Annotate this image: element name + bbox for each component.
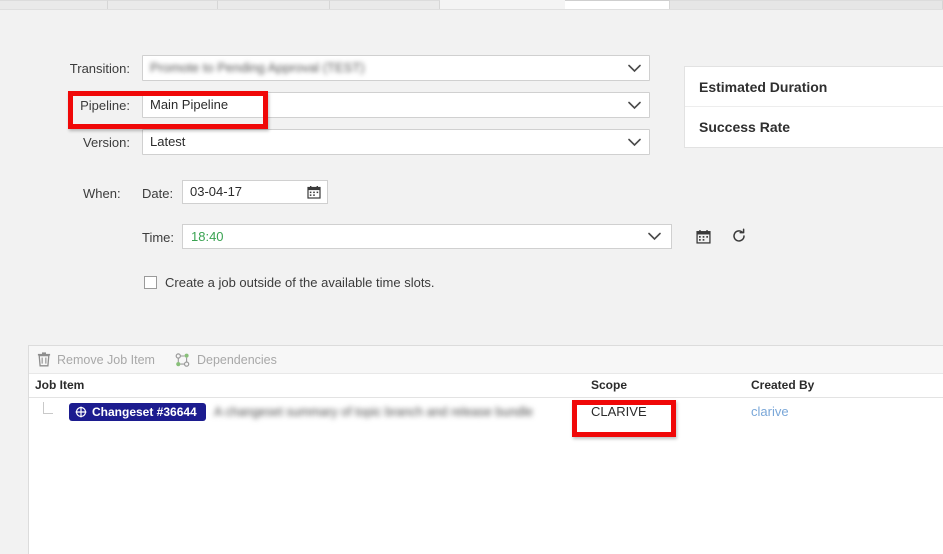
job-item-description: A changeset summary of topic branch and … (214, 405, 533, 419)
trash-icon (37, 352, 51, 367)
success-rate-label: Success Rate (699, 119, 791, 135)
version-select[interactable]: Latest (142, 129, 650, 155)
grid-toolbar: Remove Job Item Dependencies (29, 346, 943, 374)
estimated-duration-row: Estimated Duration (685, 67, 943, 107)
refresh-button[interactable] (728, 225, 750, 247)
grid-header: Job Item Scope Created By (29, 374, 943, 398)
job-items-grid: Remove Job Item Dependencies Job Item Sc… (28, 345, 943, 554)
transition-row: Transition: Promote to Pending Approval … (0, 55, 672, 88)
pipeline-value: Main Pipeline (150, 97, 229, 112)
when-label: When: (83, 186, 121, 201)
estimated-duration-label: Estimated Duration (699, 78, 828, 95)
tab-item[interactable] (670, 0, 943, 9)
table-row[interactable]: Changeset #36644 A changeset summary of … (29, 398, 943, 428)
outside-slots-checkbox[interactable] (144, 276, 157, 289)
changeset-badge[interactable]: Changeset #36644 (69, 403, 206, 421)
time-select[interactable]: 18:40 (182, 224, 672, 249)
changeset-icon (75, 406, 87, 418)
when-time-row: Time: 18:40 (0, 224, 745, 260)
chevron-down-icon[interactable] (625, 130, 643, 154)
job-form: Transition: Promote to Pending Approval … (0, 55, 745, 300)
job-stats-panel: Estimated Duration Success Rate (684, 66, 943, 148)
calendar-icon[interactable] (307, 185, 321, 199)
cell-created-by[interactable]: clarive (751, 404, 789, 419)
tab-item[interactable] (330, 0, 440, 9)
version-row: Version: Latest (0, 129, 672, 162)
time-calendar-button[interactable] (692, 225, 714, 247)
time-label: Time: (142, 230, 175, 245)
pipeline-select[interactable]: Main Pipeline (142, 92, 650, 118)
job-scheduling-screen: Transition: Promote to Pending Approval … (0, 0, 943, 554)
cell-scope: CLARIVE (591, 404, 647, 419)
column-header-scope[interactable]: Scope (591, 374, 627, 396)
success-rate-row: Success Rate (685, 107, 943, 147)
version-field[interactable]: Latest (142, 129, 650, 155)
tab-item[interactable] (108, 0, 218, 9)
outside-slots-row: Create a job outside of the available ti… (0, 274, 672, 300)
dependencies-icon (175, 352, 191, 367)
date-label: Date: (142, 186, 174, 201)
pipeline-field[interactable]: Main Pipeline (142, 92, 650, 118)
changeset-badge-label: Changeset #36644 (92, 405, 197, 419)
pipeline-label: Pipeline: (80, 98, 130, 113)
tab-item-active[interactable] (565, 0, 670, 9)
remove-job-item-label: Remove Job Item (57, 352, 155, 367)
dependencies-label: Dependencies (196, 352, 277, 367)
chevron-down-icon[interactable] (645, 225, 663, 248)
chevron-down-icon[interactable] (625, 93, 643, 117)
pipeline-row: Pipeline: Main Pipeline (0, 92, 672, 125)
column-header-created-by[interactable]: Created By (751, 374, 814, 396)
transition-label: Transition: (69, 61, 130, 76)
chevron-down-icon[interactable] (625, 56, 643, 80)
tab-item[interactable] (0, 0, 108, 9)
tab-strip (0, 0, 943, 10)
time-value: 18:40 (191, 229, 224, 244)
tab-item[interactable] (218, 0, 330, 9)
transition-value: Promote to Pending Approval (TEST) (150, 60, 365, 75)
date-value: 03-04-17 (190, 184, 243, 199)
remove-job-item-button[interactable]: Remove Job Item (37, 352, 155, 367)
version-value: Latest (150, 134, 186, 149)
when-date-row: When: Date: 03-04-17 (0, 180, 672, 216)
version-label: Version: (83, 135, 130, 150)
tree-elbow (43, 402, 53, 414)
transition-select[interactable]: Promote to Pending Approval (TEST) (142, 55, 650, 81)
column-header-job-item[interactable]: Job Item (35, 374, 84, 396)
date-input[interactable]: 03-04-17 (182, 180, 328, 204)
dependencies-button[interactable]: Dependencies (175, 353, 277, 367)
grid-body: Changeset #36644 A changeset summary of … (29, 398, 943, 553)
outside-slots-label: Create a job outside of the available ti… (165, 275, 435, 290)
content-sheet: Transition: Promote to Pending Approval … (0, 10, 943, 554)
transition-field[interactable]: Promote to Pending Approval (TEST) (142, 55, 650, 81)
